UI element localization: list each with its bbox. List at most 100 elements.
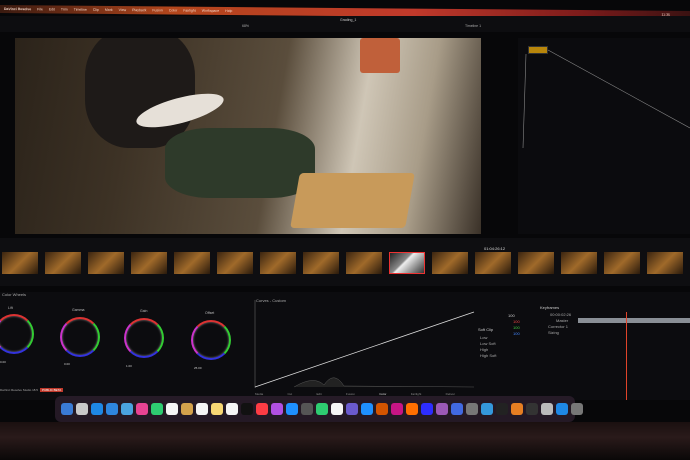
curve-channel-g[interactable]: 100: [513, 325, 520, 330]
menu-item[interactable]: Edit: [49, 7, 55, 11]
dock-app-icon[interactable]: [331, 403, 343, 415]
soft-clip-row[interactable]: Low: [480, 335, 487, 340]
menu-item[interactable]: DaVinci Resolve: [4, 7, 31, 11]
dock-app-icon[interactable]: [541, 403, 553, 415]
dock-app-icon[interactable]: [76, 403, 88, 415]
dock-app-icon[interactable]: [106, 403, 118, 415]
dock-app-icon[interactable]: [61, 403, 73, 415]
timeline-clip[interactable]: [475, 252, 511, 274]
project-title: Grading_1: [340, 18, 357, 22]
menu-item[interactable]: Clip: [93, 8, 99, 12]
node-connections: [522, 49, 690, 149]
dock-app-icon[interactable]: [196, 403, 208, 415]
dock-app-icon[interactable]: [241, 403, 253, 415]
timeline-clip[interactable]: [647, 252, 683, 274]
timeline-clip[interactable]: [174, 252, 210, 274]
dock-app-icon[interactable]: [166, 403, 178, 415]
curve-channel-y[interactable]: 100: [508, 313, 515, 318]
viewer-zoom[interactable]: 68%: [242, 24, 249, 28]
timeline-clip[interactable]: [346, 252, 382, 274]
timeline-clip[interactable]: [303, 252, 339, 274]
version-label: DaVinci Resolve Studio 18.5 PUBLIC BETA: [0, 388, 64, 392]
timeline-clip[interactable]: [217, 252, 253, 274]
wheel-label: Offset: [205, 311, 215, 315]
keyframe-track[interactable]: Master: [556, 318, 568, 323]
dock-app-icon[interactable]: [511, 403, 523, 415]
menu-item[interactable]: Help: [225, 9, 232, 13]
wheel-value[interactable]: 0.00: [0, 360, 6, 364]
video-viewer[interactable]: [15, 38, 481, 234]
menu-item[interactable]: Color: [169, 8, 177, 12]
dock-app-icon[interactable]: [151, 403, 163, 415]
timecode: 01:04:26:12: [484, 246, 506, 251]
keyframe-track[interactable]: Corrector 1: [548, 324, 568, 329]
menu-item[interactable]: Fusion: [152, 8, 163, 12]
timeline-clip[interactable]: [88, 252, 124, 274]
timeline-clip[interactable]: [561, 252, 597, 274]
soft-clip-row[interactable]: High: [480, 347, 488, 352]
dock-app-icon[interactable]: [211, 403, 223, 415]
curve-channel-b[interactable]: 100: [513, 331, 520, 336]
menu-item[interactable]: Fairlight: [183, 9, 195, 13]
wheel-value[interactable]: 0.00: [64, 362, 70, 366]
beta-badge: PUBLIC BETA: [39, 388, 64, 392]
version-text: DaVinci Resolve Studio 18.5: [0, 388, 38, 392]
dock-app-icon[interactable]: [346, 403, 358, 415]
menu-item[interactable]: Playback: [132, 8, 146, 12]
curve-channel-r[interactable]: 100: [513, 319, 520, 324]
dock-app-icon[interactable]: [91, 403, 103, 415]
wheel-value[interactable]: 25.00: [194, 366, 202, 370]
menu-item[interactable]: Timeline: [74, 8, 87, 12]
dock-app-icon[interactable]: [136, 403, 148, 415]
dock-app-icon[interactable]: [556, 403, 568, 415]
menu-item[interactable]: Workspace: [202, 9, 219, 13]
timeline-clip[interactable]: [518, 252, 554, 274]
timeline-clip[interactable]: [260, 252, 296, 274]
soft-clip-row[interactable]: Low Soft: [480, 341, 496, 346]
dock-app-icon[interactable]: [496, 403, 508, 415]
node-editor[interactable]: [518, 38, 690, 234]
menu-item[interactable]: View: [119, 8, 127, 12]
dock-app-icon[interactable]: [526, 403, 538, 415]
dock-app-icon[interactable]: [301, 403, 313, 415]
histogram: [293, 377, 475, 388]
dock-app-icon[interactable]: [481, 403, 493, 415]
guitarist-figure: [85, 38, 195, 148]
dock-app-icon[interactable]: [391, 403, 403, 415]
dock-app-icon[interactable]: [256, 403, 268, 415]
dock-app-icon[interactable]: [571, 403, 583, 415]
luma-curve[interactable]: [254, 311, 475, 388]
timeline-clip[interactable]: [45, 252, 81, 274]
keyframe-playhead[interactable]: [626, 312, 627, 400]
menu-item[interactable]: Mark: [105, 8, 113, 12]
dock-app-icon[interactable]: [226, 403, 238, 415]
menu-item[interactable]: File: [37, 7, 43, 11]
flower-pot: [360, 38, 400, 73]
dock-app-icon[interactable]: [121, 403, 133, 415]
dock-app-icon[interactable]: [361, 403, 373, 415]
dock-app-icon[interactable]: [181, 403, 193, 415]
dock-app-icon[interactable]: [451, 403, 463, 415]
timeline-selector[interactable]: Timeline 1: [465, 24, 481, 28]
timeline-clip[interactable]: [389, 252, 425, 274]
timeline-clip[interactable]: [432, 252, 468, 274]
menu-item[interactable]: Trim: [61, 8, 68, 12]
dock-app-icon[interactable]: [436, 403, 448, 415]
wheel-value[interactable]: 1.00: [126, 364, 132, 368]
keyframe-track[interactable]: Sizing: [548, 330, 559, 335]
resolve-toolbar: Grading_1 68% Timeline 1: [0, 16, 690, 32]
dock-app-icon[interactable]: [406, 403, 418, 415]
custom-curve-graph[interactable]: [254, 300, 476, 388]
dock-app-icon[interactable]: [466, 403, 478, 415]
clip-timeline[interactable]: 01:04:26:12: [0, 238, 690, 286]
dock-app-icon[interactable]: [376, 403, 388, 415]
timeline-clip[interactable]: [131, 252, 167, 274]
dock-app-icon[interactable]: [421, 403, 433, 415]
timeline-clip[interactable]: [604, 252, 640, 274]
dock-app-icon[interactable]: [271, 403, 283, 415]
soft-clip-row[interactable]: High Soft: [480, 353, 496, 358]
wheel-label: Gamma: [72, 308, 85, 312]
dock-app-icon[interactable]: [286, 403, 298, 415]
timeline-clip[interactable]: [2, 252, 38, 274]
dock-app-icon[interactable]: [316, 403, 328, 415]
